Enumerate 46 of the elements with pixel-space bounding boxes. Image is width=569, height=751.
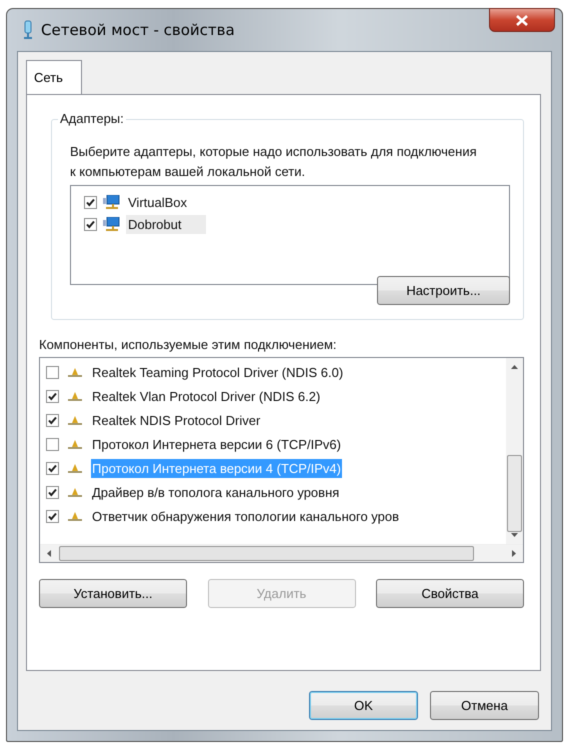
tab[interactable]: Сеть (26, 60, 82, 94)
checkbox[interactable] (46, 462, 59, 474)
component-item[interactable]: Realtek Vlan Protocol Driver (NDIS 6.2) (91, 386, 322, 406)
protocol-icon (68, 439, 82, 449)
adapter-item[interactable]: VirtualBox (126, 192, 212, 212)
network-adapter-icon (103, 194, 120, 210)
protocol-icon (68, 367, 82, 377)
close-icon (516, 14, 528, 26)
component-item[interactable]: Realtek NDIS Protocol Driver (91, 410, 262, 430)
protocol-icon (68, 463, 82, 473)
protocol-icon (68, 487, 82, 497)
component-item[interactable]: Ответчик обнаружения топологии канального уров (91, 506, 400, 526)
checkbox[interactable] (84, 218, 97, 230)
scroll-thumb[interactable] (507, 455, 522, 532)
scroll-left-icon[interactable] (47, 550, 51, 557)
component-item[interactable]: Драйвер в/в тополога канального уровня (91, 482, 340, 502)
button[interactable]: OK (309, 691, 418, 720)
scroll-thumb[interactable] (59, 546, 474, 561)
protocol-icon (68, 391, 82, 401)
vertical-scrollbar[interactable] (506, 358, 523, 544)
checkbox[interactable] (46, 510, 59, 522)
protocol-icon (68, 415, 82, 425)
group-label: Адаптеры: (58, 111, 126, 126)
button[interactable]: Установить... (39, 579, 187, 608)
checkbox[interactable] (46, 390, 59, 402)
checkbox[interactable] (46, 438, 59, 450)
window-title: Сетевой мост - свойства (41, 21, 235, 39)
checkbox[interactable] (84, 196, 97, 208)
adapter-item[interactable]: Dobrobut (126, 214, 206, 234)
checkbox[interactable] (46, 414, 59, 426)
network-adapter-icon (103, 216, 120, 232)
network-bridge-icon (23, 20, 33, 40)
configure-button[interactable]: Настроить... (377, 276, 510, 305)
scroll-up-icon[interactable] (511, 365, 518, 369)
close-button[interactable] (489, 8, 555, 32)
checkbox[interactable] (46, 486, 59, 498)
description-text: Выберите адаптеры, которые надо использовать для подключения к компьютерам вашей локальной сети. (70, 143, 478, 181)
component-item[interactable]: Протокол Интернета версии 6 (TCP/IPv6) (91, 434, 342, 454)
components-label: Компоненты, используемые этим подключением: (39, 337, 338, 352)
button[interactable]: Свойства (376, 579, 524, 608)
component-item[interactable]: Realtek Teaming Protocol Driver (NDIS 6.0) (91, 362, 344, 382)
protocol-icon (68, 511, 82, 521)
checkbox[interactable] (46, 366, 59, 378)
horizontal-scrollbar[interactable] (40, 544, 523, 562)
scroll-right-icon[interactable] (512, 550, 516, 557)
button[interactable]: Отмена (430, 691, 539, 720)
